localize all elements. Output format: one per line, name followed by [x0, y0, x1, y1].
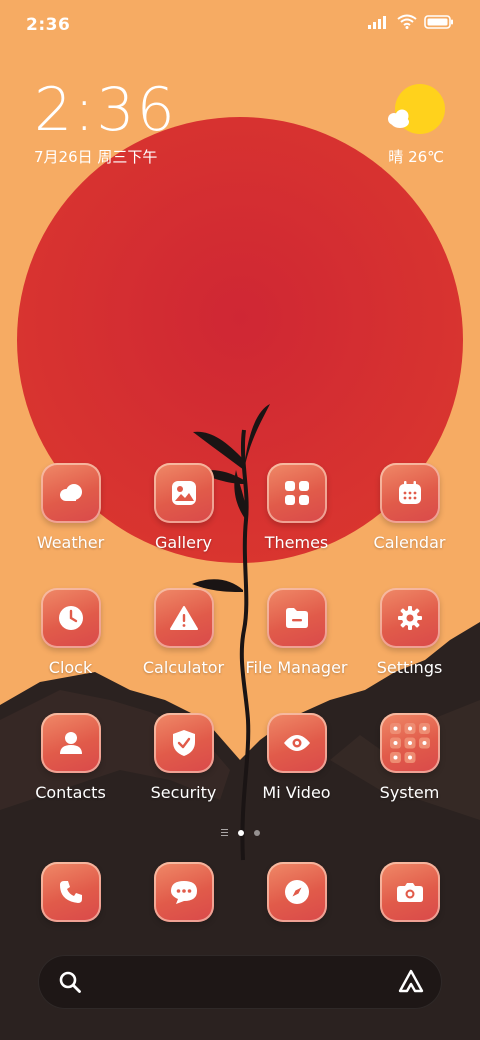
- clock-widget[interactable]: 2:36 7月26日 周三下午: [34, 78, 177, 167]
- app-label-mi-video: Mi Video: [262, 783, 331, 802]
- dock-phone[interactable]: [14, 862, 127, 922]
- folder-icon: [285, 608, 308, 628]
- app-clock[interactable]: Clock: [14, 588, 127, 677]
- app-label-weather: Weather: [36, 533, 105, 552]
- app-label-themes: Themes: [264, 533, 329, 552]
- app-gallery[interactable]: Gallery: [127, 463, 240, 552]
- status-bar: 2:36: [0, 0, 480, 50]
- app-calculator[interactable]: Calculator: [127, 588, 240, 677]
- app-label-clock: Clock: [48, 658, 93, 677]
- warning-icon: [169, 606, 198, 630]
- shield-icon: [172, 730, 195, 756]
- eye-icon: [283, 735, 310, 751]
- app-label-system: System: [379, 783, 440, 802]
- app-label-contacts: Contacts: [35, 783, 106, 802]
- app-contacts[interactable]: Contacts: [14, 713, 127, 802]
- dock-messages[interactable]: [127, 862, 240, 922]
- app-file-manager[interactable]: File Manager: [240, 588, 353, 677]
- app-mi-video[interactable]: Mi Video: [240, 713, 353, 802]
- home-screen: 2:36 2:36 7月26日 周三下午 晴 26℃ Weather Galle…: [0, 0, 480, 1040]
- app-weather[interactable]: Weather: [14, 463, 127, 552]
- app-settings[interactable]: Settings: [353, 588, 466, 677]
- app-label-file-manager: File Manager: [245, 658, 348, 677]
- weather-widget[interactable]: 晴 26℃: [364, 82, 445, 172]
- page-dot-active: [237, 829, 244, 836]
- dock-camera[interactable]: [353, 862, 466, 922]
- dock-browser[interactable]: [240, 862, 353, 922]
- app-label-calendar: Calendar: [373, 533, 446, 552]
- phone-icon: [59, 881, 82, 903]
- app-system-folder[interactable]: System: [353, 713, 466, 802]
- app-label-settings: Settings: [376, 658, 443, 677]
- message-icon: [170, 881, 197, 904]
- assistant-icon[interactable]: [398, 969, 424, 995]
- app-label-security: Security: [150, 783, 217, 802]
- widget-date: 7月26日 周三下午: [34, 148, 158, 166]
- page-dot: [253, 829, 260, 836]
- app-label-gallery: Gallery: [155, 533, 212, 552]
- clock-icon: [58, 606, 83, 630]
- grid-icon: [284, 481, 309, 505]
- sunny-cloud-icon: [388, 84, 445, 134]
- signal-icon: [368, 15, 386, 29]
- page-indicator[interactable]: [0, 829, 480, 836]
- status-time: 2:36: [26, 15, 71, 35]
- search-icon[interactable]: [58, 970, 82, 994]
- battery-icon: [424, 14, 453, 29]
- calendar-icon: [398, 481, 421, 504]
- app-security[interactable]: Security: [127, 713, 240, 802]
- wifi-icon: [397, 14, 417, 29]
- weather-text: 晴 26℃: [388, 148, 444, 166]
- image-icon: [171, 481, 196, 505]
- gear-icon: [397, 606, 422, 630]
- app-calendar[interactable]: Calendar: [353, 463, 466, 552]
- app-themes[interactable]: Themes: [240, 463, 353, 552]
- status-icons: [368, 14, 454, 29]
- camera-icon: [396, 883, 423, 902]
- folder-grid-icon: [389, 723, 430, 763]
- feed-page-indicator: [220, 829, 228, 836]
- person-icon: [59, 732, 82, 754]
- search-bar[interactable]: [38, 955, 442, 1009]
- cloud-icon: [59, 484, 82, 501]
- app-label-calculator: Calculator: [142, 658, 225, 677]
- compass-icon: [284, 880, 309, 904]
- widget-time: 2:36: [34, 75, 177, 145]
